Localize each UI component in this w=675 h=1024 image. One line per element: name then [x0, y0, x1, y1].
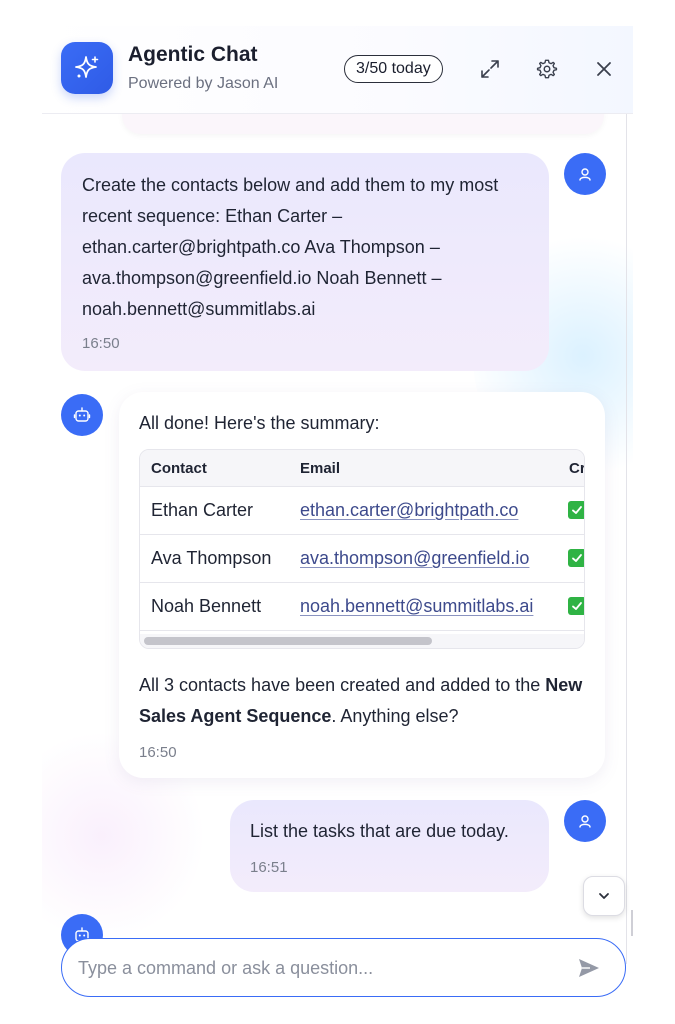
outro-text-end: . Anything else? — [331, 706, 459, 726]
summary-table: Contact Email Cr Ethan Carter ethan.cart… — [139, 449, 585, 649]
contact-name: Ethan Carter — [151, 500, 254, 520]
message-text: List the tasks that are due today. — [250, 821, 509, 841]
table-row: Ava Thompson ava.thompson@greenfield.io — [140, 535, 584, 583]
bot-avatar — [61, 394, 103, 436]
assistant-intro: All done! Here's the summary: — [139, 413, 380, 433]
chat-panel: Agentic Chat Powered by Jason AI 3/50 to… — [42, 26, 633, 1024]
email-link[interactable]: ava.thompson@greenfield.io — [300, 548, 529, 569]
column-header-email: Email — [300, 460, 341, 477]
scroll-to-bottom-button[interactable] — [583, 876, 625, 916]
chat-subtitle: Powered by Jason AI — [128, 75, 279, 92]
message-text: Create the contacts below and add them t… — [82, 175, 499, 319]
expand-icon — [481, 60, 499, 78]
message-time: 16:50 — [82, 335, 120, 352]
scrollbar-track[interactable] — [626, 114, 627, 964]
table-horizontal-scrollbar[interactable] — [140, 634, 584, 648]
email-link[interactable]: noah.bennett@summitlabs.ai — [300, 596, 533, 617]
email-link[interactable]: ethan.carter@brightpath.co — [300, 500, 518, 521]
message-input[interactable] — [78, 953, 548, 983]
contact-name: Ava Thompson — [151, 548, 272, 568]
close-icon — [597, 62, 611, 76]
table-header: Contact Email Cr — [140, 450, 584, 487]
close-button[interactable] — [589, 54, 619, 84]
gear-icon — [536, 59, 558, 79]
chat-title: Agentic Chat — [128, 43, 258, 66]
assistant-outro: All 3 contacts have been created and add… — [139, 670, 589, 732]
user-icon — [579, 168, 591, 181]
outro-text: All 3 contacts have been created and add… — [139, 675, 546, 695]
user-message: Create the contacts below and add them t… — [61, 153, 549, 371]
user-message: List the tasks that are due today. 16:51 — [230, 800, 549, 892]
usage-quota-badge: 3/50 today — [344, 55, 443, 83]
user-avatar — [564, 153, 606, 195]
column-header-contact: Contact — [151, 460, 207, 477]
assistant-message: All done! Here's the summary: Contact Em… — [119, 392, 605, 778]
scrollbar-thumb[interactable] — [631, 910, 633, 936]
contact-name: Noah Bennett — [151, 596, 262, 616]
user-avatar — [564, 800, 606, 842]
table-row: Ethan Carter ethan.carter@brightpath.co — [140, 487, 584, 535]
message-time: 16:50 — [139, 744, 177, 761]
table-scrollbar-thumb[interactable] — [144, 637, 432, 645]
check-icon — [568, 501, 584, 519]
column-header-created: Cr — [569, 460, 585, 477]
send-button[interactable] — [575, 955, 603, 981]
user-icon — [579, 815, 591, 828]
sparkle-icon — [61, 42, 113, 94]
message-time: 16:51 — [250, 859, 288, 876]
chevron-down-icon — [599, 893, 609, 899]
settings-button[interactable] — [532, 54, 562, 84]
send-icon — [579, 959, 599, 977]
table-row: Noah Bennett noah.bennett@summitlabs.ai — [140, 583, 584, 631]
check-icon — [568, 597, 584, 615]
expand-button[interactable] — [475, 54, 505, 84]
check-icon — [568, 549, 584, 567]
robot-icon — [73, 407, 91, 422]
chat-header: Agentic Chat Powered by Jason AI 3/50 to… — [42, 26, 633, 114]
message-input-box[interactable] — [61, 938, 626, 997]
